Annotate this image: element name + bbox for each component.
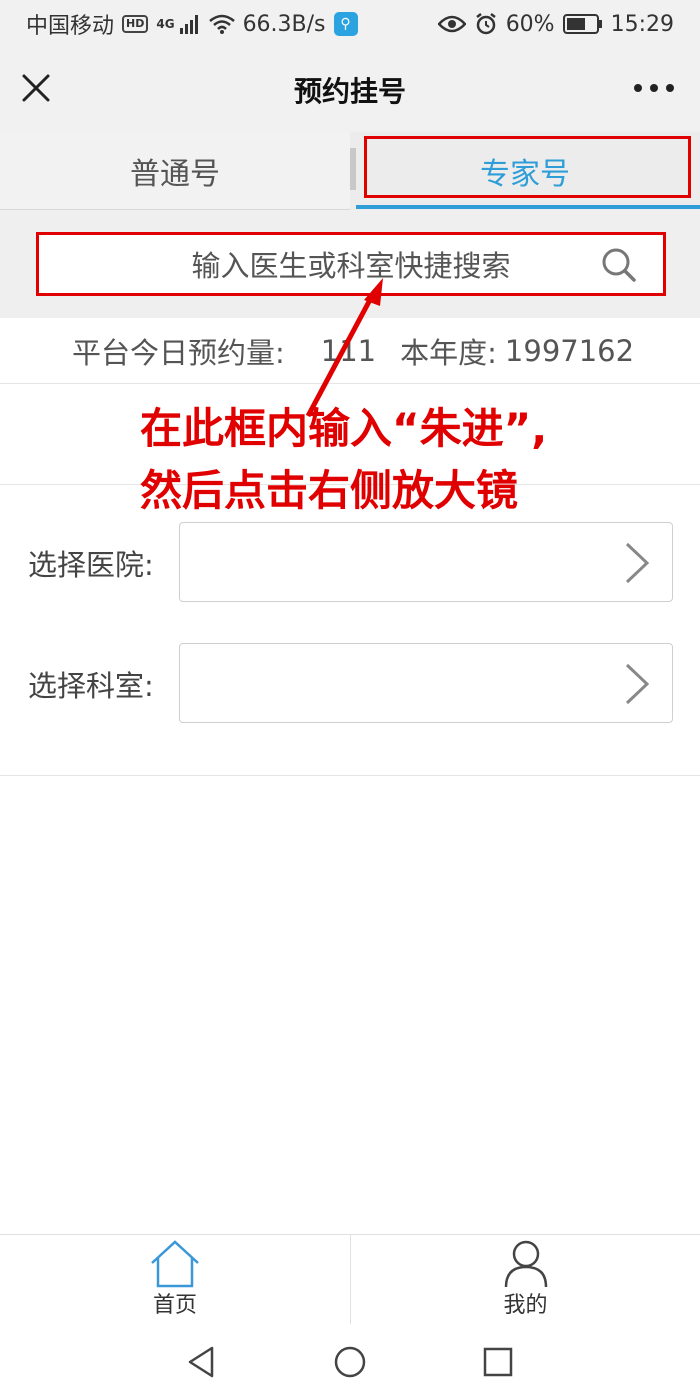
tab-normal[interactable]: 普通号 <box>0 132 350 210</box>
hospital-row: 选择医院: <box>0 522 700 602</box>
bottom-nav: 首页 我的 <box>0 1234 700 1325</box>
today-bookings-label: 平台今日预约量: <box>72 335 285 370</box>
page-title: 预约挂号 <box>293 75 406 108</box>
search-input[interactable]: 输入医生或科室快捷搜索 <box>36 232 666 296</box>
more-dot-icon <box>634 84 642 92</box>
tab-divider <box>350 148 356 190</box>
alarm-icon <box>475 13 496 35</box>
department-label: 选择科室: <box>28 669 154 703</box>
chevron-right-icon <box>625 542 650 584</box>
wifi-icon <box>208 14 235 34</box>
carrier-name: 中国移动 <box>26 14 115 39</box>
title-bar: 预约挂号 <box>0 48 700 132</box>
search-app-icon: ⚲ <box>333 12 358 36</box>
status-bar: 中国移动 HD 4G 66.3B/s ⚲ 60% 15:29 <box>0 0 700 48</box>
active-tab-indicator <box>356 205 700 209</box>
form-divider <box>0 775 700 776</box>
chevron-right-icon <box>625 663 650 705</box>
eye-icon <box>437 15 466 33</box>
close-icon[interactable] <box>18 68 54 108</box>
clock: 15:29 <box>610 11 674 37</box>
network-label: 4G <box>156 17 175 31</box>
more-dot-icon <box>650 84 658 92</box>
recent-apps-icon[interactable] <box>478 1342 518 1382</box>
more-dot-icon <box>666 84 674 92</box>
nav-home[interactable]: 首页 <box>0 1235 350 1325</box>
network-speed: 66.3B/s <box>242 11 326 37</box>
today-bookings-value: 111 <box>320 333 377 368</box>
user-icon <box>504 1240 547 1288</box>
signal-icon <box>179 15 198 34</box>
annotation-text: 在此框内输入“朱进”, 然后点击右侧放大镜 <box>140 398 547 522</box>
home-icon <box>151 1240 199 1288</box>
year-bookings-value: 1997162 <box>504 333 635 368</box>
home-circle-icon[interactable] <box>330 1342 370 1382</box>
nav-profile[interactable]: 我的 <box>350 1235 700 1325</box>
nav-home-label: 首页 <box>152 1293 197 1318</box>
search-icon[interactable] <box>601 247 637 283</box>
hospital-label: 选择医院: <box>28 548 154 582</box>
back-icon[interactable] <box>182 1342 222 1382</box>
battery-icon <box>562 14 602 34</box>
battery-percent: 60% <box>505 11 555 37</box>
more-options-button[interactable] <box>634 76 674 100</box>
hospital-select[interactable] <box>179 522 673 602</box>
system-nav-bar <box>0 1324 700 1400</box>
search-placeholder: 输入医生或科室快捷搜索 <box>191 249 511 283</box>
nav-profile-label: 我的 <box>503 1293 548 1318</box>
annotation-line-1: 在此框内输入“朱进”, <box>140 404 548 453</box>
department-row: 选择科室: <box>0 643 700 723</box>
department-select[interactable] <box>179 643 673 723</box>
booking-stats: 平台今日预约量: 111 本年度: 1997162 <box>0 318 700 384</box>
search-area: 输入医生或科室快捷搜索 <box>0 210 700 318</box>
year-bookings-label: 本年度: <box>400 335 497 370</box>
annotation-line-2: 然后点击右侧放大镜 <box>140 466 519 515</box>
hd-badge: HD <box>122 15 149 33</box>
annotation-highlight-tab <box>364 136 691 198</box>
